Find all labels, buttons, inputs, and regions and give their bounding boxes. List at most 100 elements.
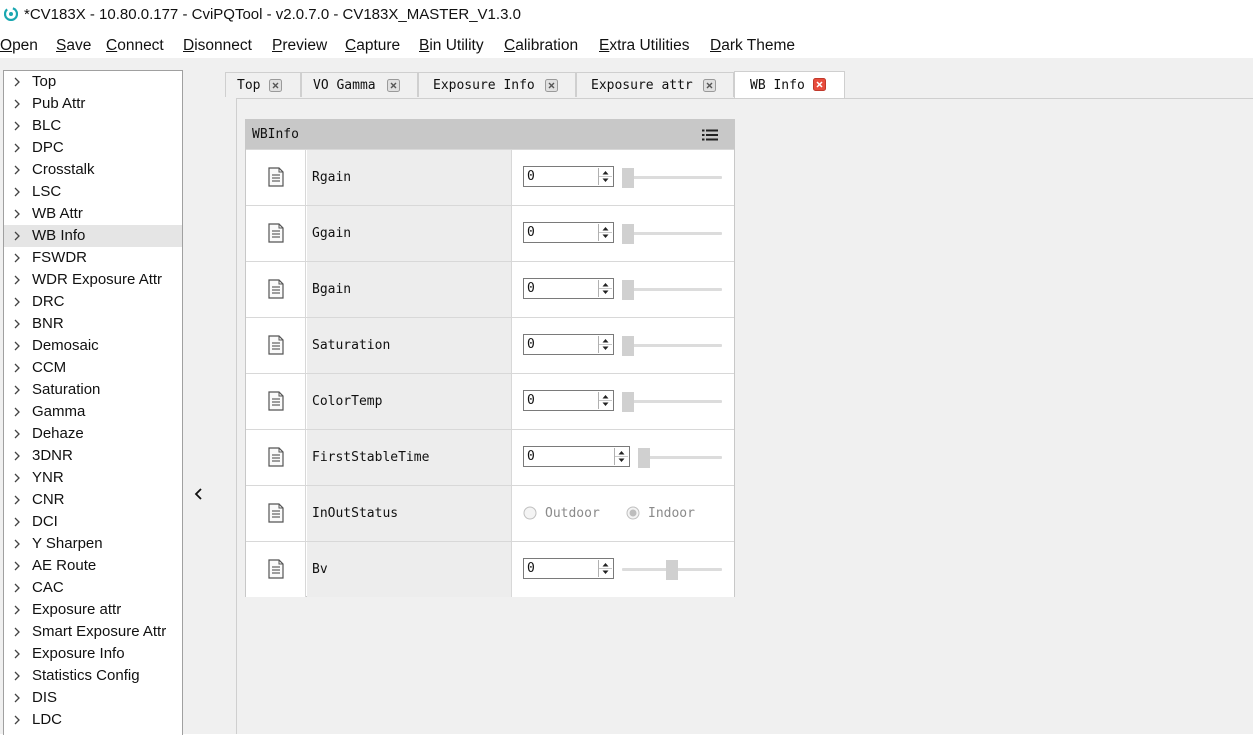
chevron-right-icon[interactable] (11, 670, 23, 682)
chevron-right-icon[interactable] (11, 714, 23, 726)
sidebar-item-3dnr[interactable]: 3DNR (4, 445, 182, 467)
sidebar-item-dpc[interactable]: DPC (4, 137, 182, 159)
document-icon[interactable] (267, 223, 285, 243)
tab-vo-gamma[interactable]: VO Gamma (301, 72, 418, 97)
chevron-right-icon[interactable] (11, 626, 23, 638)
menu-capture[interactable]: Capture (345, 37, 400, 55)
menu-save[interactable]: Save (56, 37, 91, 55)
sidebar-item-ccm[interactable]: CCM (4, 357, 182, 379)
chevron-right-icon[interactable] (11, 692, 23, 704)
menu-open[interactable]: Open (0, 37, 38, 55)
chevron-right-icon[interactable] (11, 142, 23, 154)
sidebar-item-cac[interactable]: CAC (4, 577, 182, 599)
spin-buttons[interactable] (598, 168, 612, 185)
chevron-right-icon[interactable] (11, 560, 23, 572)
document-icon[interactable] (267, 391, 285, 411)
chevron-right-icon[interactable] (11, 164, 23, 176)
slider-thumb[interactable] (622, 168, 634, 188)
chevron-right-icon[interactable] (11, 516, 23, 528)
chevron-right-icon[interactable] (11, 274, 23, 286)
chevron-right-icon[interactable] (11, 494, 23, 506)
sidebar-item-saturation[interactable]: Saturation (4, 379, 182, 401)
sidebar-item-top[interactable]: Top (4, 71, 182, 93)
tab-exposure-info[interactable]: Exposure Info (418, 72, 576, 97)
sidebar-item-y-sharpen[interactable]: Y Sharpen (4, 533, 182, 555)
spin-buttons[interactable] (614, 448, 628, 465)
close-icon[interactable] (387, 79, 400, 92)
sidebar-item-pub-attr[interactable]: Pub Attr (4, 93, 182, 115)
tab-top[interactable]: Top (225, 72, 301, 97)
menu-disconnect[interactable]: Disonnect (183, 37, 252, 55)
chevron-right-icon[interactable] (11, 76, 23, 88)
saturation-spinbox[interactable]: 0 (523, 334, 614, 355)
chevron-right-icon[interactable] (11, 340, 23, 352)
bv-slider[interactable] (622, 560, 722, 580)
spin-buttons[interactable] (598, 392, 612, 409)
chevron-right-icon[interactable] (11, 384, 23, 396)
document-icon[interactable] (267, 279, 285, 299)
list-menu-icon[interactable] (702, 129, 718, 141)
sidebar-item-exposure-info[interactable]: Exposure Info (4, 643, 182, 665)
sidebar-item-smart-exposure-attr[interactable]: Smart Exposure Attr (4, 621, 182, 643)
document-icon[interactable] (267, 559, 285, 579)
chevron-right-icon[interactable] (11, 296, 23, 308)
bgain-slider[interactable] (622, 280, 722, 300)
document-icon[interactable] (267, 503, 285, 523)
colortemp-spinbox[interactable]: 0 (523, 390, 614, 411)
sidebar-item-demosaic[interactable]: Demosaic (4, 335, 182, 357)
rgain-slider[interactable] (622, 168, 722, 188)
firststabletime-spinbox[interactable]: 0 (523, 446, 630, 467)
chevron-right-icon[interactable] (11, 120, 23, 132)
chevron-right-icon[interactable] (11, 318, 23, 330)
chevron-right-icon[interactable] (11, 428, 23, 440)
sidebar-item-lsc[interactable]: LSC (4, 181, 182, 203)
radio-indoor[interactable]: Indoor (626, 505, 716, 523)
collapse-sidebar-icon[interactable] (192, 486, 206, 502)
document-icon[interactable] (267, 447, 285, 467)
chevron-right-icon[interactable] (11, 450, 23, 462)
menu-calibration[interactable]: Calibration (504, 37, 578, 55)
close-icon[interactable] (703, 79, 716, 92)
sidebar-item-ldc[interactable]: LDC (4, 709, 182, 731)
bv-spinbox[interactable]: 0 (523, 558, 614, 579)
sidebar-item-statistics-config[interactable]: Statistics Config (4, 665, 182, 687)
menu-dark-theme[interactable]: Dark Theme (710, 37, 795, 55)
chevron-right-icon[interactable] (11, 252, 23, 264)
sidebar-item-drc[interactable]: DRC (4, 291, 182, 313)
menu-preview[interactable]: Preview (272, 37, 327, 55)
sidebar-item-crosstalk[interactable]: Crosstalk (4, 159, 182, 181)
chevron-right-icon[interactable] (11, 648, 23, 660)
document-icon[interactable] (267, 167, 285, 187)
chevron-right-icon[interactable] (11, 604, 23, 616)
spin-buttons[interactable] (598, 224, 612, 241)
slider-thumb[interactable] (666, 560, 678, 580)
slider-thumb[interactable] (622, 224, 634, 244)
chevron-right-icon[interactable] (11, 472, 23, 484)
sidebar-tree[interactable]: Top Pub Attr BLC DPC Crosstalk LSC WB Attr WB I… (3, 70, 183, 735)
close-icon[interactable] (545, 79, 558, 92)
ggain-spinbox[interactable]: 0 (523, 222, 614, 243)
radio-outdoor[interactable]: Outdoor (523, 505, 613, 523)
sidebar-item-fswdr[interactable]: FSWDR (4, 247, 182, 269)
close-icon[interactable] (813, 78, 826, 91)
chevron-right-icon[interactable] (11, 582, 23, 594)
sidebar-item-bnr[interactable]: BNR (4, 313, 182, 335)
tab-wb-info[interactable]: WB Info (734, 71, 845, 98)
chevron-right-icon[interactable] (11, 362, 23, 374)
chevron-right-icon[interactable] (11, 538, 23, 550)
menu-bin-utility[interactable]: Bin Utility (419, 37, 484, 55)
spin-buttons[interactable] (598, 280, 612, 297)
sidebar-item-dehaze[interactable]: Dehaze (4, 423, 182, 445)
rgain-spinbox[interactable]: 0 (523, 166, 614, 187)
slider-thumb[interactable] (622, 280, 634, 300)
sidebar-item-wdr-exposure-attr[interactable]: WDR Exposure Attr (4, 269, 182, 291)
ggain-slider[interactable] (622, 224, 722, 244)
sidebar-item-exposure-attr[interactable]: Exposure attr (4, 599, 182, 621)
sidebar-item-ae-route[interactable]: AE Route (4, 555, 182, 577)
document-icon[interactable] (267, 335, 285, 355)
sidebar-item-dci[interactable]: DCI (4, 511, 182, 533)
sidebar-item-wb-info[interactable]: WB Info (4, 225, 182, 247)
sidebar-item-cnr[interactable]: CNR (4, 489, 182, 511)
sidebar-item-dis[interactable]: DIS (4, 687, 182, 709)
slider-thumb[interactable] (622, 336, 634, 356)
